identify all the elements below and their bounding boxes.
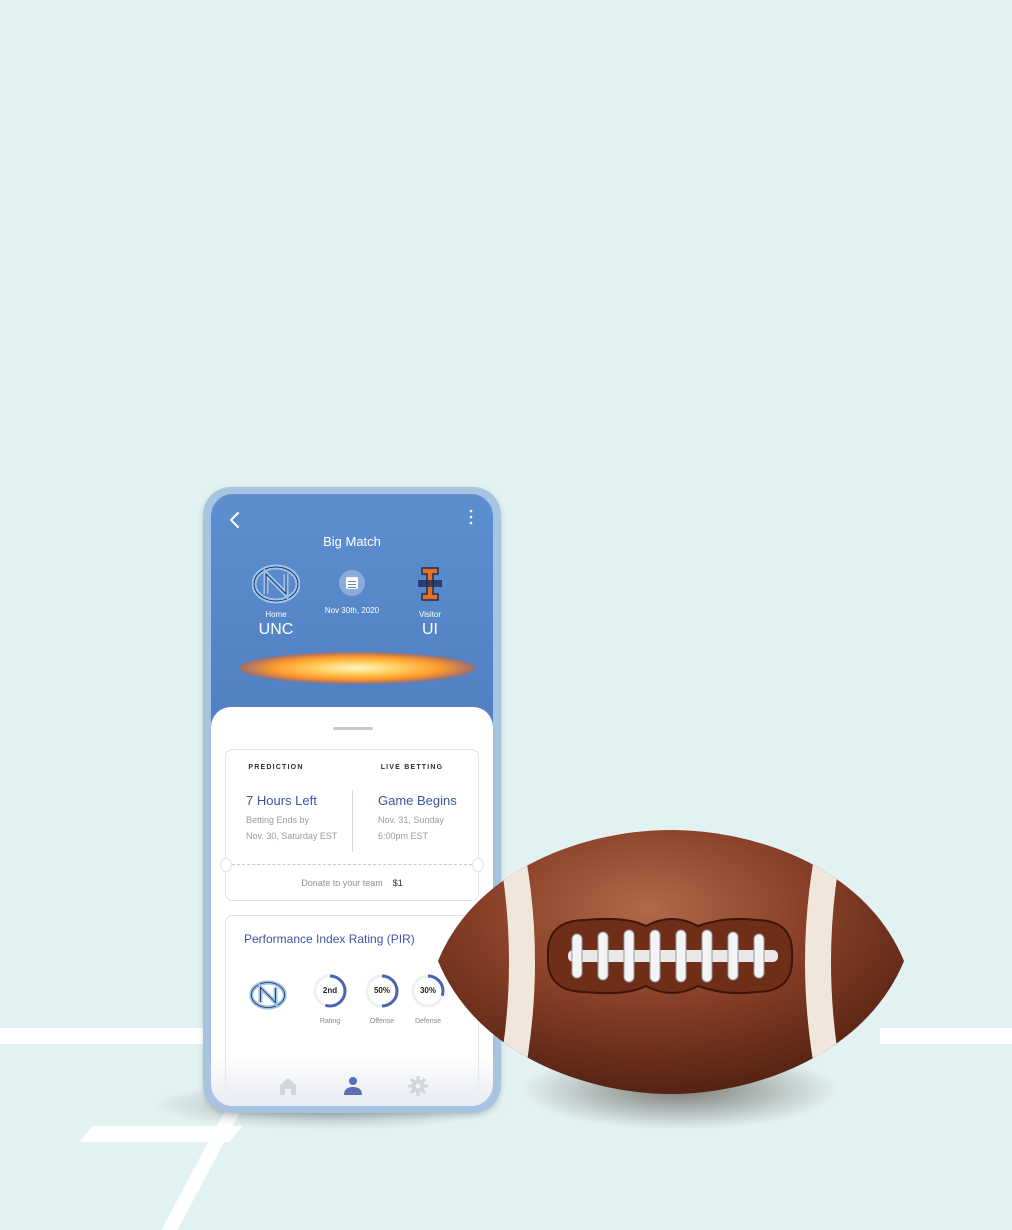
visitor-label: Visitor [418, 610, 442, 619]
prediction-status: 7 Hours Left [246, 793, 317, 808]
home-team-abbr: UNC [258, 621, 294, 638]
live-betting-heading: LIVE BETTING [380, 764, 444, 771]
pir-title: Performance Index Rating (PIR) [244, 932, 415, 946]
more-options-icon[interactable] [465, 508, 477, 526]
football-illustration [438, 830, 904, 1094]
offense-label: Offense [369, 1018, 395, 1025]
unc-logo-icon [249, 980, 287, 1010]
column-divider [352, 790, 353, 852]
visitor-team[interactable]: Visitor UI [385, 564, 475, 639]
sheet-drag-handle[interactable] [333, 727, 373, 730]
donate-amount: $1 [392, 878, 403, 888]
flame-graphic [239, 652, 475, 684]
illinois-logo-icon [418, 567, 442, 601]
prediction-heading: PREDICTION [248, 764, 304, 771]
back-arrow-icon[interactable] [225, 510, 245, 530]
home-icon[interactable] [277, 1075, 299, 1097]
calendar-icon [339, 570, 365, 596]
live-betting-status: Game Begins [378, 793, 457, 808]
profile-icon[interactable] [342, 1075, 364, 1097]
prediction-detail-line2: Nov. 30, Saturday EST [246, 831, 338, 841]
field-yard-line-left [0, 1028, 220, 1044]
rating-value: 2nd [322, 986, 338, 995]
unc-logo-icon [252, 564, 300, 604]
ticket-notch-left [220, 858, 232, 872]
offense-value: 50% [373, 986, 390, 995]
settings-icon[interactable] [407, 1075, 429, 1097]
match-date-block: Nov 30th, 2020 [307, 570, 397, 615]
donate-label: Donate to your team [301, 878, 383, 888]
page-title: Big Match [323, 534, 381, 549]
visitor-team-abbr: UI [422, 621, 438, 638]
prediction-detail-line1: Betting Ends by [246, 815, 310, 825]
rating-label: Rating [319, 1018, 341, 1025]
pir-stat-rating: 2nd Rating [310, 974, 350, 1025]
prediction-column[interactable]: PREDICTION 7 Hours Left Betting Ends by … [246, 764, 356, 844]
live-betting-detail-line1: Nov. 31, Sunday [378, 815, 444, 825]
pir-stat-offense: 50% Offense [362, 974, 402, 1025]
match-date: Nov 30th, 2020 [324, 606, 380, 615]
